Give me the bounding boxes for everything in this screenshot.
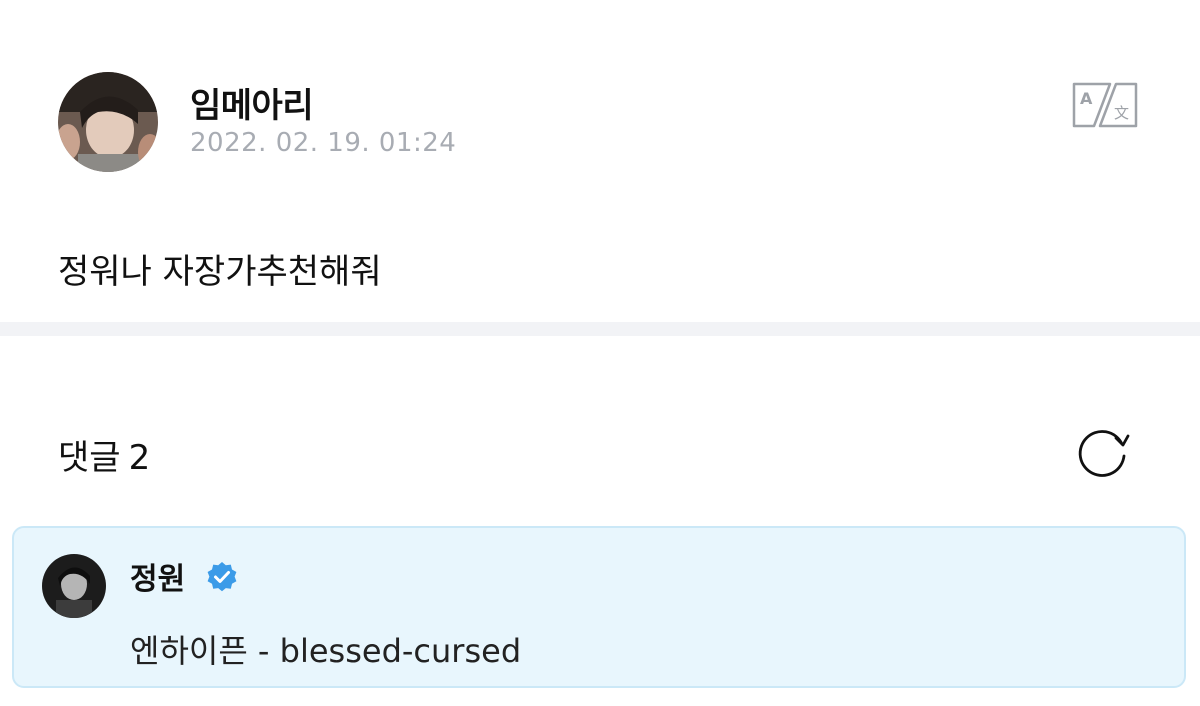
svg-text:A: A bbox=[1080, 89, 1093, 108]
author-name[interactable]: 임메아리 bbox=[190, 78, 314, 127]
comments-title: 댓글 bbox=[58, 438, 121, 478]
author-avatar[interactable] bbox=[58, 72, 158, 172]
post-header: 임메아리 2022. 02. 19. 01:24 A 文 bbox=[58, 72, 1148, 172]
verified-icon bbox=[207, 562, 237, 592]
comment-avatar[interactable] bbox=[42, 554, 106, 618]
post-date: 2022. 02. 19. 01:24 bbox=[190, 128, 457, 158]
comment-item[interactable]: 정원 엔하이픈 - blessed-cursed bbox=[12, 526, 1186, 688]
comment-author[interactable]: 정원 bbox=[130, 554, 238, 598]
svg-text:文: 文 bbox=[1114, 104, 1129, 122]
refresh-button[interactable] bbox=[1072, 422, 1132, 482]
section-divider bbox=[0, 322, 1200, 336]
comment-text: 엔하이픈 - blessed-cursed bbox=[130, 632, 522, 670]
comments-header: 댓글 2 bbox=[58, 430, 150, 479]
comment-author-name: 정원 bbox=[130, 562, 186, 597]
comments-count: 2 bbox=[128, 438, 151, 478]
translate-button[interactable]: A 文 bbox=[1070, 80, 1140, 130]
translate-icon: A 文 bbox=[1072, 82, 1138, 128]
post-body: 정워나 자장가추천해줘 bbox=[58, 252, 382, 292]
refresh-icon bbox=[1078, 430, 1130, 477]
